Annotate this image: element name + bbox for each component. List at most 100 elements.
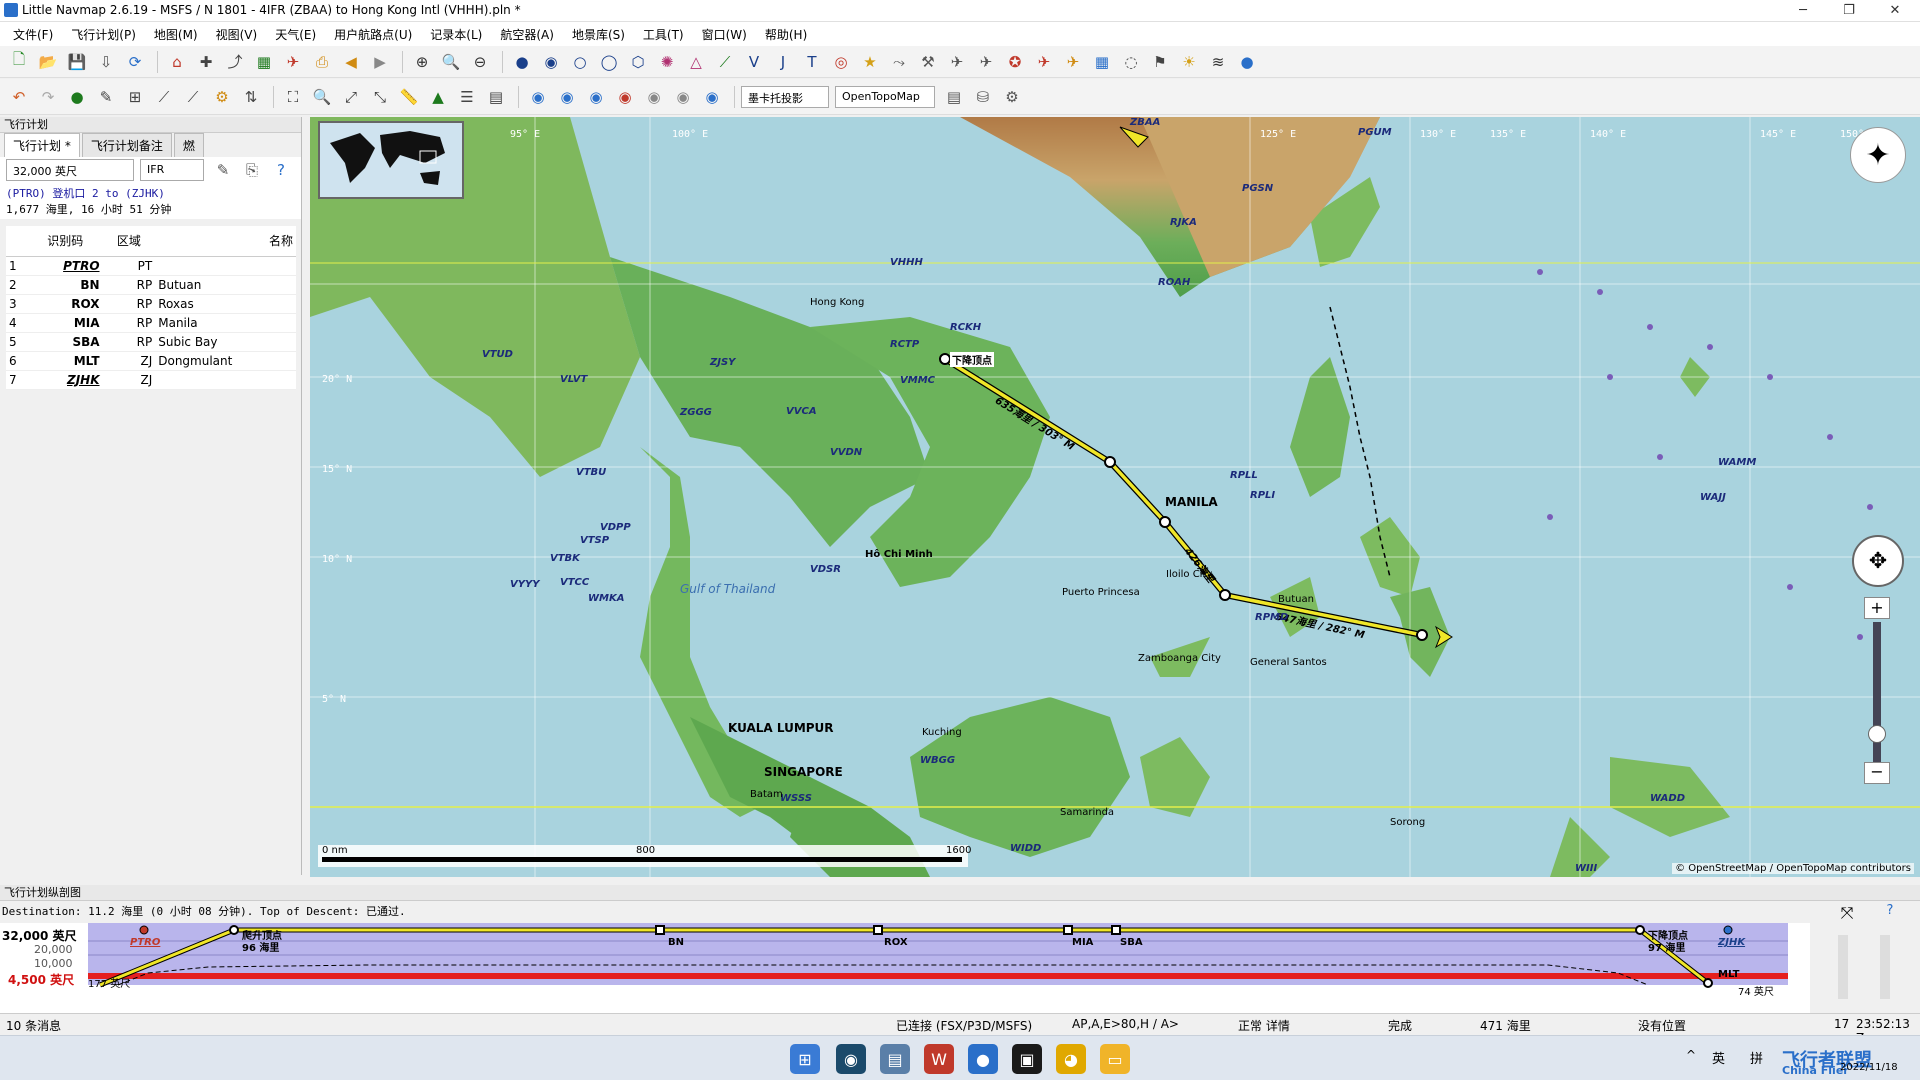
- nav-c-icon[interactable]: ◉: [583, 84, 609, 110]
- airport-label[interactable]: WADD: [1650, 793, 1685, 804]
- nav-e-icon[interactable]: ◉: [641, 84, 667, 110]
- zoom-out-icon[interactable]: ⊖: [467, 49, 493, 75]
- pan-control-icon[interactable]: ✥: [1852, 535, 1904, 587]
- ime-mode[interactable]: 拼: [1750, 1048, 1763, 1067]
- wind-icon[interactable]: ≋: [1205, 49, 1231, 75]
- airport-label[interactable]: ROAH: [1158, 277, 1190, 288]
- table-row[interactable]: 7 ZJHK ZJ: [6, 370, 296, 390]
- menu-help[interactable]: 帮助(H): [756, 26, 816, 43]
- start-icon[interactable]: ⊞: [790, 1044, 820, 1074]
- airport-label[interactable]: VHHH: [890, 257, 923, 268]
- save-icon[interactable]: 💾: [64, 49, 90, 75]
- edit-icon[interactable]: ✎: [210, 157, 236, 183]
- table-row[interactable]: 6 MLT ZJ Dongmulant: [6, 351, 296, 371]
- layers-icon[interactable]: ▤: [941, 84, 967, 110]
- map-view[interactable]: ✦ ✥ + − 635海里 / 303° M 426海里 547海里 / 282…: [310, 117, 1920, 877]
- profile-wp-label[interactable]: ZJHK: [1718, 937, 1745, 948]
- ime-lang[interactable]: 英: [1712, 1048, 1725, 1067]
- airport-label[interactable]: VVCA: [786, 406, 817, 417]
- print-icon[interactable]: ⎙: [309, 49, 335, 75]
- ndb-dots-icon[interactable]: ✺: [654, 49, 680, 75]
- close-button[interactable]: ✕: [1872, 0, 1918, 22]
- menu-flightplan[interactable]: 飞行计划(P): [62, 26, 145, 43]
- tab-remarks[interactable]: 飞行计划备注: [81, 133, 172, 157]
- airport-label[interactable]: PGUM: [1358, 127, 1392, 138]
- airport-label[interactable]: VLVT: [560, 374, 587, 385]
- overview-map[interactable]: [318, 121, 464, 199]
- track-icon[interactable]: ⤳: [886, 49, 912, 75]
- profile-wp-label[interactable]: MIA: [1072, 937, 1093, 948]
- grid-icon[interactable]: ▦: [1089, 49, 1115, 75]
- airport2-icon[interactable]: ◉: [538, 49, 564, 75]
- airport-label[interactable]: VYYY: [510, 579, 539, 590]
- home-icon[interactable]: ⌂: [164, 49, 190, 75]
- globe-icon[interactable]: ●: [1234, 49, 1260, 75]
- reverse-icon[interactable]: ⇅: [238, 84, 264, 110]
- airport-label[interactable]: RCKH: [950, 322, 981, 333]
- zoom-out-button[interactable]: −: [1864, 762, 1890, 784]
- nav-b-icon[interactable]: ◉: [554, 84, 580, 110]
- waypoint-icon[interactable]: ⬡: [625, 49, 651, 75]
- direct-icon[interactable]: ⟋: [151, 84, 177, 110]
- explorer-icon[interactable]: ▭: [1100, 1044, 1130, 1074]
- fit-icon[interactable]: ⛶: [280, 84, 306, 110]
- tab-fuel[interactable]: 燃: [173, 133, 204, 157]
- profile-zoom-slider[interactable]: [1838, 935, 1848, 999]
- tab-flightplan[interactable]: 飞行计划 *: [4, 133, 80, 157]
- nav-f-icon[interactable]: ◉: [670, 84, 696, 110]
- table-row[interactable]: 5 SBA RP Subic Bay: [6, 332, 296, 352]
- menu-file[interactable]: 文件(F): [4, 26, 62, 43]
- msfs-icon[interactable]: ▣: [1012, 1044, 1042, 1074]
- airport-label[interactable]: WSSS: [780, 793, 812, 804]
- app2-icon[interactable]: ▤: [880, 1044, 910, 1074]
- airport-label[interactable]: ZGGG: [680, 407, 712, 418]
- zoom-in-icon[interactable]: ⊕: [409, 49, 435, 75]
- profile-graph[interactable]: 32,000 英尺 20,000 10,000 4,500 英尺 PTRO BN…: [0, 923, 1810, 1015]
- airport-label[interactable]: RCTP: [890, 339, 919, 350]
- airport-label[interactable]: ZJSY: [710, 357, 735, 368]
- add-waypoint-icon[interactable]: ✚: [193, 49, 219, 75]
- airport-label[interactable]: VVDN: [830, 447, 862, 458]
- profile-wp-label[interactable]: SBA: [1120, 937, 1143, 948]
- ai-aircraft-icon[interactable]: ✈: [1031, 49, 1057, 75]
- copy-icon[interactable]: ⎘: [239, 157, 265, 183]
- tray-chevron-icon[interactable]: ^: [1686, 1048, 1696, 1062]
- airport-label[interactable]: VMMC: [900, 375, 935, 386]
- airway-j-icon[interactable]: J: [770, 49, 796, 75]
- rules-select[interactable]: IFR: [140, 159, 204, 181]
- profile-wp-label[interactable]: MLT: [1718, 969, 1740, 980]
- table-row[interactable]: 2 BN RP Butuan: [6, 275, 296, 295]
- aircraft-red-icon[interactable]: ✈: [280, 49, 306, 75]
- compass-icon[interactable]: ✪: [1002, 49, 1028, 75]
- airport-label[interactable]: WAMM: [1718, 457, 1756, 468]
- route-edit-icon[interactable]: ✎: [93, 84, 119, 110]
- table-row[interactable]: 3 ROX RP Roxas: [6, 294, 296, 314]
- airport-label[interactable]: WIDD: [1010, 843, 1041, 854]
- table-row[interactable]: 4 MIA RP Manila: [6, 313, 296, 333]
- menu-aircraft[interactable]: 航空器(A): [491, 26, 563, 43]
- calc-route-icon[interactable]: ●: [64, 84, 90, 110]
- menu-scenery[interactable]: 地景库(S): [563, 26, 634, 43]
- aircraft-trail-icon[interactable]: ✈: [973, 49, 999, 75]
- route-fit-icon[interactable]: ⤢: [338, 84, 364, 110]
- map-icon[interactable]: ▦: [251, 49, 277, 75]
- airway-icon[interactable]: ⟋: [180, 84, 206, 110]
- navmap-icon[interactable]: ●: [968, 1044, 998, 1074]
- nav-d-icon[interactable]: ◉: [612, 84, 638, 110]
- airport-label[interactable]: RPLI: [1250, 490, 1275, 501]
- airport-label[interactable]: VTBK: [550, 553, 580, 564]
- aircraft-icon[interactable]: ✈: [944, 49, 970, 75]
- airport-label[interactable]: VTUD: [482, 349, 513, 360]
- zoom-in-button[interactable]: +: [1864, 597, 1890, 619]
- wps-icon[interactable]: W: [924, 1044, 954, 1074]
- ai-ship-icon[interactable]: ✈: [1060, 49, 1086, 75]
- ils-icon[interactable]: ⟋: [712, 49, 738, 75]
- flag-icon[interactable]: ⚑: [1147, 49, 1173, 75]
- vor-icon[interactable]: ○: [567, 49, 593, 75]
- status-messages[interactable]: 10 条消息: [6, 1017, 61, 1034]
- ruler-icon[interactable]: 📏: [396, 84, 422, 110]
- theme-select[interactable]: OpenTopoMap: [835, 85, 935, 108]
- search-icon[interactable]: 🔍: [438, 49, 464, 75]
- expand-icon[interactable]: ⤧: [1836, 903, 1858, 925]
- airport-label[interactable]: ZBAA: [1130, 117, 1160, 128]
